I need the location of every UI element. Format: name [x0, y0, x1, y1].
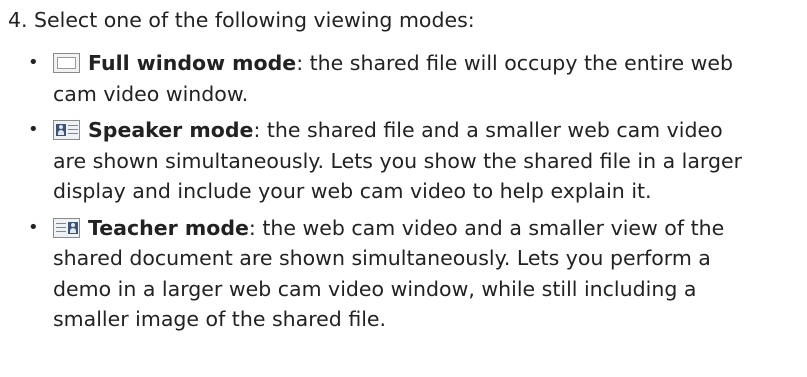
mode-title: Teacher mode: [88, 215, 249, 240]
step-number: 4.: [8, 8, 28, 32]
teacher-mode-icon: [53, 217, 80, 238]
mode-title: Full window mode: [88, 51, 297, 75]
list-item-full-window-mode: • Full window mode: the shared file will…: [0, 48, 758, 109]
list-item-teacher-mode: • Teacher mode: the web cam video and a …: [0, 213, 758, 335]
bullet-icon: •: [28, 216, 39, 238]
full-window-mode-icon: [53, 53, 80, 73]
step-instruction: 4. Select one of the following viewing mo…: [8, 4, 798, 37]
bullet-icon: •: [28, 119, 39, 140]
mode-title: Speaker mode: [88, 118, 254, 142]
speaker-mode-icon: [53, 120, 80, 140]
step-text: Select one of the following viewing mode…: [34, 8, 475, 32]
viewing-modes-list: • Full window mode: the shared file will…: [0, 48, 807, 341]
bullet-icon: •: [28, 52, 39, 73]
list-item-speaker-mode: • Speaker mode: the shared file and a sm…: [0, 115, 758, 207]
